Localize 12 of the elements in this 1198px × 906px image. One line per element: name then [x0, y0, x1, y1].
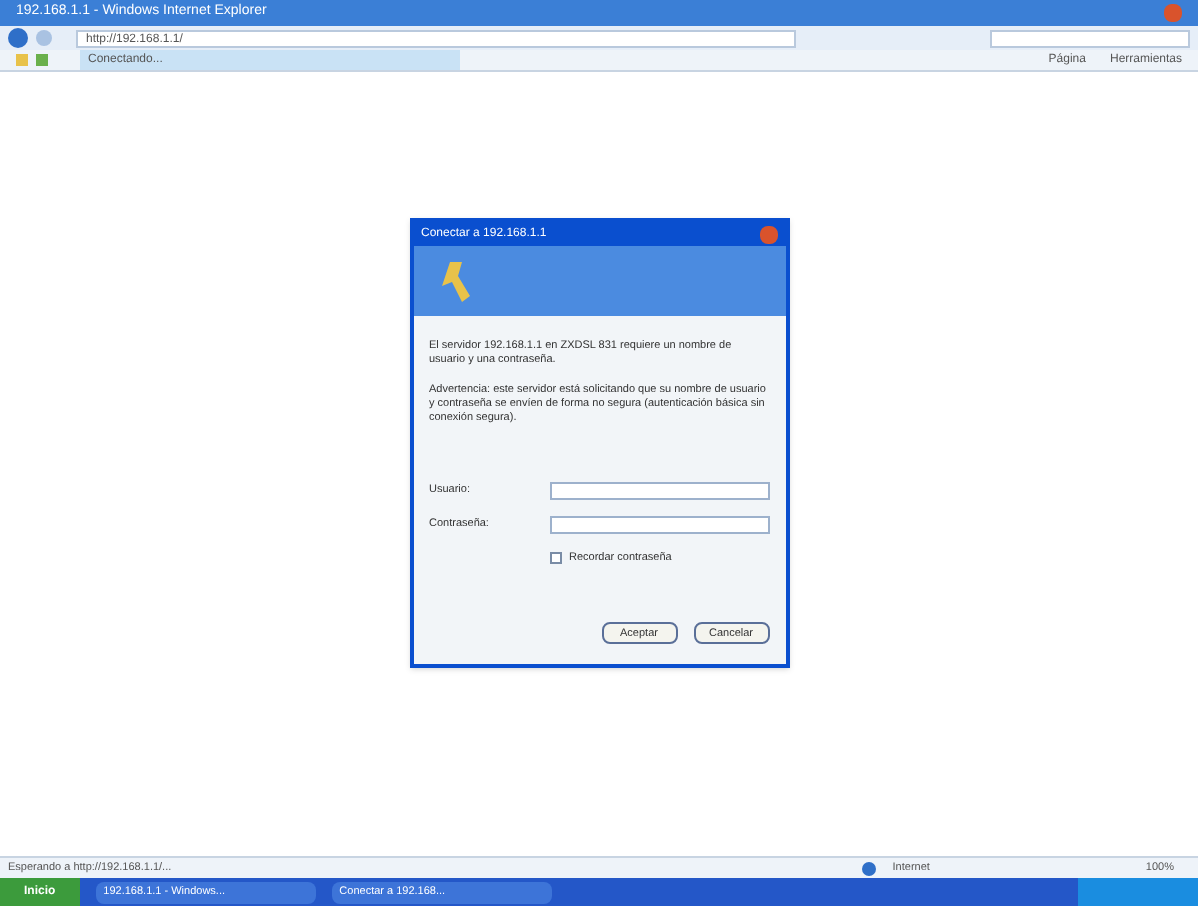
back-button[interactable] [8, 28, 28, 48]
add-favorite-icon[interactable] [36, 54, 48, 66]
search-field[interactable] [990, 29, 1190, 47]
checkbox[interactable] [549, 552, 561, 565]
close-button[interactable] [1164, 4, 1182, 22]
favorites-icon[interactable] [16, 54, 28, 66]
password-field[interactable] [549, 516, 769, 534]
close-button[interactable] [759, 225, 777, 243]
system-tray [1078, 878, 1198, 906]
forward-button[interactable] [36, 30, 52, 46]
globe-icon [862, 861, 877, 875]
username-field[interactable] [549, 482, 769, 500]
